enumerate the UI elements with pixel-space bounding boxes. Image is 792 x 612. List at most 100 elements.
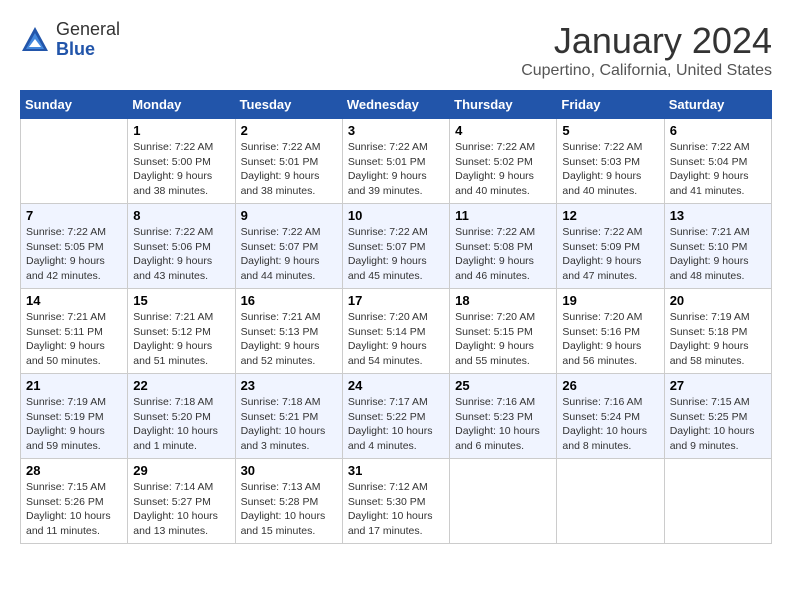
day-info: Sunrise: 7:14 AMSunset: 5:27 PMDaylight:… (133, 480, 229, 539)
day-number: 13 (670, 208, 766, 223)
day-cell: 2 Sunrise: 7:22 AMSunset: 5:01 PMDaylight… (235, 119, 342, 204)
calendar-table: SundayMondayTuesdayWednesdayThursdayFrid… (20, 90, 772, 544)
day-cell: 17 Sunrise: 7:20 AMSunset: 5:14 PMDayligh… (342, 289, 449, 374)
day-info: Sunrise: 7:22 AMSunset: 5:02 PMDaylight:… (455, 140, 551, 199)
day-number: 17 (348, 293, 444, 308)
logo-icon (20, 25, 50, 55)
day-number: 7 (26, 208, 122, 223)
day-info: Sunrise: 7:22 AMSunset: 5:05 PMDaylight:… (26, 225, 122, 284)
day-cell: 16 Sunrise: 7:21 AMSunset: 5:13 PMDayligh… (235, 289, 342, 374)
day-info: Sunrise: 7:20 AMSunset: 5:16 PMDaylight:… (562, 310, 658, 369)
day-info: Sunrise: 7:22 AMSunset: 5:04 PMDaylight:… (670, 140, 766, 199)
day-cell: 7 Sunrise: 7:22 AMSunset: 5:05 PMDaylight… (21, 204, 128, 289)
day-number: 10 (348, 208, 444, 223)
day-cell: 27 Sunrise: 7:15 AMSunset: 5:25 PMDayligh… (664, 374, 771, 459)
day-info: Sunrise: 7:22 AMSunset: 5:01 PMDaylight:… (241, 140, 337, 199)
day-info: Sunrise: 7:16 AMSunset: 5:24 PMDaylight:… (562, 395, 658, 454)
day-number: 16 (241, 293, 337, 308)
day-cell: 15Sunrise: 7:21 AMSunset: 5:12 PMDayligh… (128, 289, 235, 374)
day-cell: 25 Sunrise: 7:16 AMSunset: 5:23 PMDayligh… (450, 374, 557, 459)
title-area: January 2024 Cupertino, California, Unit… (521, 20, 772, 80)
day-cell: 10 Sunrise: 7:22 AMSunset: 5:07 PMDayligh… (342, 204, 449, 289)
day-cell: 24Sunrise: 7:17 AMSunset: 5:22 PMDayligh… (342, 374, 449, 459)
week-row-1: 7 Sunrise: 7:22 AMSunset: 5:05 PMDaylight… (21, 204, 772, 289)
day-info: Sunrise: 7:22 AMSunset: 5:01 PMDaylight:… (348, 140, 444, 199)
day-cell: 18Sunrise: 7:20 AMSunset: 5:15 PMDayligh… (450, 289, 557, 374)
day-number: 12 (562, 208, 658, 223)
day-info: Sunrise: 7:22 AMSunset: 5:03 PMDaylight:… (562, 140, 658, 199)
calendar-header: SundayMondayTuesdayWednesdayThursdayFrid… (21, 91, 772, 119)
day-cell: 19Sunrise: 7:20 AMSunset: 5:16 PMDayligh… (557, 289, 664, 374)
day-info: Sunrise: 7:17 AMSunset: 5:22 PMDaylight:… (348, 395, 444, 454)
day-cell: 8 Sunrise: 7:22 AMSunset: 5:06 PMDaylight… (128, 204, 235, 289)
day-cell (664, 459, 771, 544)
day-number: 26 (562, 378, 658, 393)
week-row-2: 14 Sunrise: 7:21 AMSunset: 5:11 PMDayligh… (21, 289, 772, 374)
day-info: Sunrise: 7:21 AMSunset: 5:12 PMDaylight:… (133, 310, 229, 369)
day-number: 9 (241, 208, 337, 223)
day-cell: 13 Sunrise: 7:21 AMSunset: 5:10 PMDayligh… (664, 204, 771, 289)
day-info: Sunrise: 7:21 AMSunset: 5:10 PMDaylight:… (670, 225, 766, 284)
week-row-4: 28Sunrise: 7:15 AMSunset: 5:26 PMDayligh… (21, 459, 772, 544)
day-cell: 29Sunrise: 7:14 AMSunset: 5:27 PMDayligh… (128, 459, 235, 544)
header-wednesday: Wednesday (342, 91, 449, 119)
day-cell: 9 Sunrise: 7:22 AMSunset: 5:07 PMDaylight… (235, 204, 342, 289)
day-info: Sunrise: 7:22 AMSunset: 5:07 PMDaylight:… (241, 225, 337, 284)
day-info: Sunrise: 7:19 AMSunset: 5:18 PMDaylight:… (670, 310, 766, 369)
day-info: Sunrise: 7:22 AMSunset: 5:06 PMDaylight:… (133, 225, 229, 284)
day-number: 25 (455, 378, 551, 393)
week-row-3: 21Sunrise: 7:19 AMSunset: 5:19 PMDayligh… (21, 374, 772, 459)
day-cell: 22Sunrise: 7:18 AMSunset: 5:20 PMDayligh… (128, 374, 235, 459)
day-number: 8 (133, 208, 229, 223)
day-info: Sunrise: 7:22 AMSunset: 5:00 PMDaylight:… (133, 140, 229, 199)
day-number: 3 (348, 123, 444, 138)
day-cell (557, 459, 664, 544)
day-info: Sunrise: 7:15 AMSunset: 5:25 PMDaylight:… (670, 395, 766, 454)
day-info: Sunrise: 7:21 AMSunset: 5:11 PMDaylight:… (26, 310, 122, 369)
header-sunday: Sunday (21, 91, 128, 119)
day-info: Sunrise: 7:16 AMSunset: 5:23 PMDaylight:… (455, 395, 551, 454)
day-cell: 5 Sunrise: 7:22 AMSunset: 5:03 PMDaylight… (557, 119, 664, 204)
day-cell: 14 Sunrise: 7:21 AMSunset: 5:11 PMDayligh… (21, 289, 128, 374)
day-number: 23 (241, 378, 337, 393)
day-number: 27 (670, 378, 766, 393)
header-friday: Friday (557, 91, 664, 119)
day-cell: 31Sunrise: 7:12 AMSunset: 5:30 PMDayligh… (342, 459, 449, 544)
day-number: 5 (562, 123, 658, 138)
day-cell: 20Sunrise: 7:19 AMSunset: 5:18 PMDayligh… (664, 289, 771, 374)
day-cell: 6 Sunrise: 7:22 AMSunset: 5:04 PMDaylight… (664, 119, 771, 204)
day-cell: 4 Sunrise: 7:22 AMSunset: 5:02 PMDaylight… (450, 119, 557, 204)
day-cell (21, 119, 128, 204)
day-info: Sunrise: 7:22 AMSunset: 5:08 PMDaylight:… (455, 225, 551, 284)
day-info: Sunrise: 7:12 AMSunset: 5:30 PMDaylight:… (348, 480, 444, 539)
day-cell: 30 Sunrise: 7:13 AMSunset: 5:28 PMDayligh… (235, 459, 342, 544)
day-number: 1 (133, 123, 229, 138)
day-number: 4 (455, 123, 551, 138)
day-info: Sunrise: 7:20 AMSunset: 5:15 PMDaylight:… (455, 310, 551, 369)
logo-general: General (56, 20, 120, 40)
day-info: Sunrise: 7:13 AMSunset: 5:28 PMDaylight:… (241, 480, 337, 539)
header-thursday: Thursday (450, 91, 557, 119)
day-cell: 1 Sunrise: 7:22 AMSunset: 5:00 PMDaylight… (128, 119, 235, 204)
page-header: General Blue January 2024 Cupertino, Cal… (20, 20, 772, 80)
day-number: 28 (26, 463, 122, 478)
calendar-body: 1 Sunrise: 7:22 AMSunset: 5:00 PMDaylight… (21, 119, 772, 544)
day-number: 2 (241, 123, 337, 138)
day-cell: 11Sunrise: 7:22 AMSunset: 5:08 PMDayligh… (450, 204, 557, 289)
header-saturday: Saturday (664, 91, 771, 119)
header-monday: Monday (128, 91, 235, 119)
header-tuesday: Tuesday (235, 91, 342, 119)
day-number: 22 (133, 378, 229, 393)
day-number: 21 (26, 378, 122, 393)
day-number: 14 (26, 293, 122, 308)
day-info: Sunrise: 7:18 AMSunset: 5:21 PMDaylight:… (241, 395, 337, 454)
day-info: Sunrise: 7:22 AMSunset: 5:07 PMDaylight:… (348, 225, 444, 284)
day-number: 6 (670, 123, 766, 138)
day-cell: 23 Sunrise: 7:18 AMSunset: 5:21 PMDayligh… (235, 374, 342, 459)
header-row: SundayMondayTuesdayWednesdayThursdayFrid… (21, 91, 772, 119)
day-number: 30 (241, 463, 337, 478)
logo-blue: Blue (56, 40, 120, 60)
day-info: Sunrise: 7:20 AMSunset: 5:14 PMDaylight:… (348, 310, 444, 369)
month-title: January 2024 (521, 20, 772, 62)
day-info: Sunrise: 7:21 AMSunset: 5:13 PMDaylight:… (241, 310, 337, 369)
